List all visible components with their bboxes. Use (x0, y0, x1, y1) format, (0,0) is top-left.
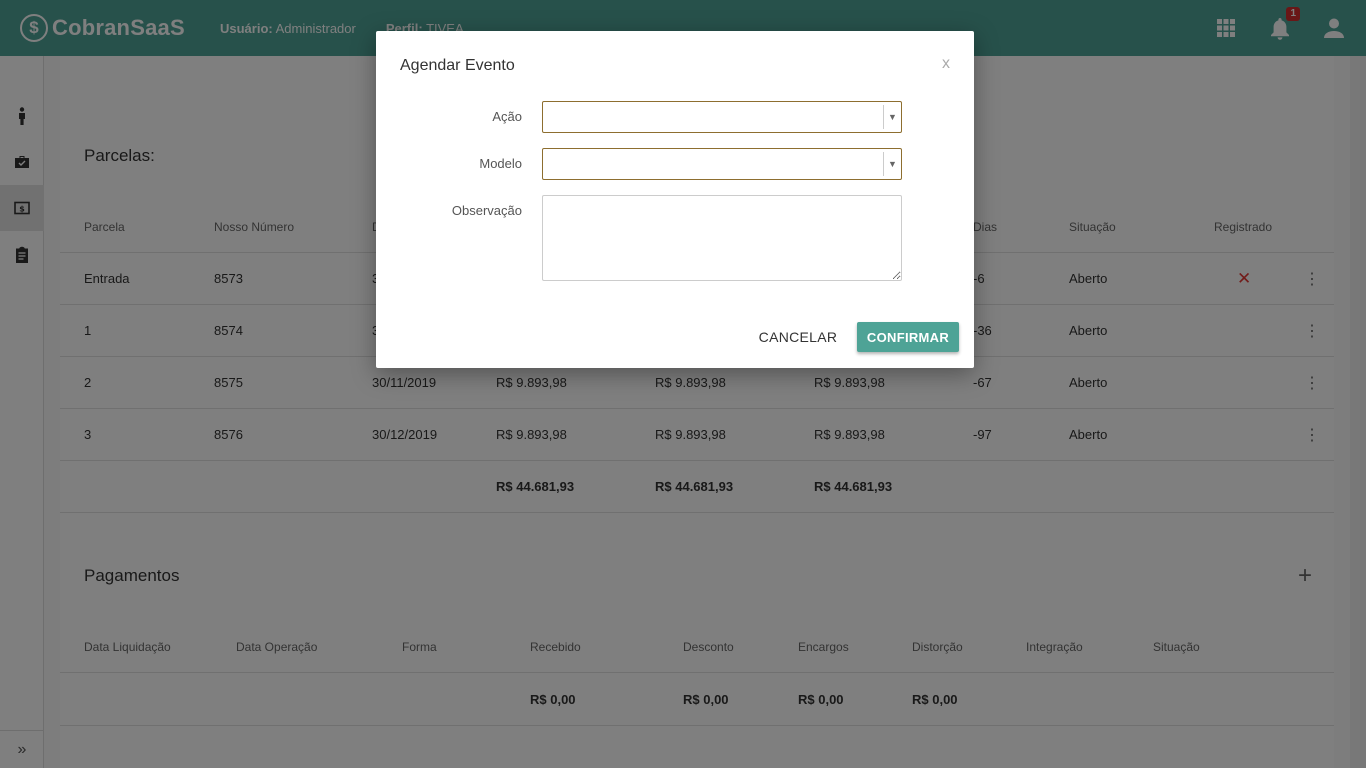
chevron-down-icon: ▼ (883, 105, 901, 129)
modelo-select[interactable]: ▼ (542, 148, 902, 180)
dialog-title: Agendar Evento (400, 57, 515, 74)
cancel-button[interactable]: CANCELAR (753, 322, 843, 352)
observacao-label: Observação (451, 203, 522, 218)
acao-select[interactable]: ▼ (542, 101, 902, 133)
observacao-textarea[interactable] (542, 195, 902, 281)
chevron-down-icon: ▼ (883, 152, 901, 176)
schedule-event-dialog: Agendar Evento x Ação ▼ Modelo ▼ Observa… (376, 31, 974, 368)
close-button[interactable]: x (942, 55, 950, 73)
modelo-label: Modelo (479, 156, 522, 171)
acao-label: Ação (492, 109, 522, 124)
confirm-button[interactable]: CONFIRMAR (857, 322, 959, 352)
